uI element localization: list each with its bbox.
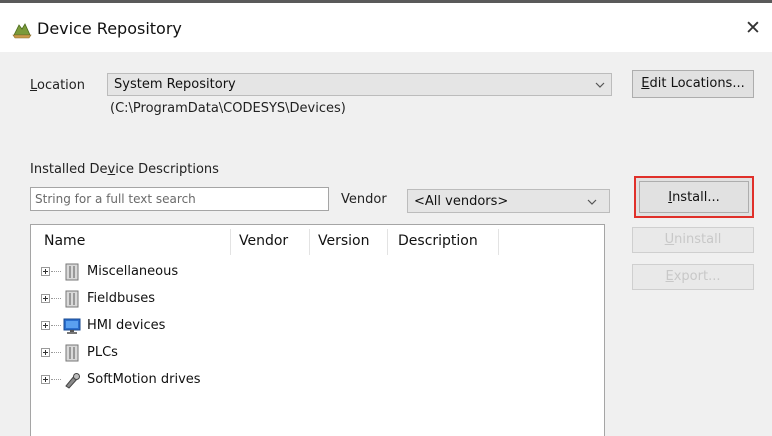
expand-icon[interactable] bbox=[41, 267, 50, 276]
install-button[interactable]: Install... bbox=[639, 181, 749, 213]
device-repository-dialog: Device Repository ✕ Location System Repo… bbox=[0, 0, 772, 436]
uninstall-rest: ninstall bbox=[674, 232, 722, 247]
tree-connector bbox=[51, 379, 61, 380]
install-rest: nstall... bbox=[672, 190, 720, 205]
tree-item-label: HMI devices bbox=[87, 318, 166, 333]
tree-item-miscellaneous[interactable]: Miscellaneous bbox=[41, 262, 301, 284]
vendor-label: Vendor bbox=[341, 192, 387, 207]
device-module-icon bbox=[65, 263, 79, 281]
tree-connector bbox=[51, 271, 61, 272]
tree-item-hmi-devices[interactable]: HMI devices bbox=[41, 316, 301, 338]
location-label-rest: ocation bbox=[37, 78, 85, 93]
vendor-dropdown[interactable]: <All vendors> bbox=[407, 189, 610, 213]
installed-heading-end: ice Descriptions bbox=[115, 162, 219, 177]
column-separator bbox=[498, 229, 499, 255]
tree-item-plcs[interactable]: PLCs bbox=[41, 343, 301, 365]
install-button-highlight: Install... bbox=[634, 176, 754, 218]
edit-locations-rest: dit Locations... bbox=[649, 76, 745, 91]
uninstall-accel: U bbox=[664, 232, 675, 247]
tree-connector bbox=[51, 325, 61, 326]
installed-descriptions-heading: Installed Device Descriptions bbox=[30, 162, 219, 177]
column-separator bbox=[309, 229, 310, 255]
column-separator bbox=[387, 229, 388, 255]
full-text-search-input[interactable] bbox=[30, 187, 329, 211]
tree-item-label: SoftMotion drives bbox=[87, 372, 201, 387]
column-header-version[interactable]: Version bbox=[318, 233, 369, 249]
tree-item-softmotion-drives[interactable]: SoftMotion drives bbox=[41, 370, 301, 392]
drive-icon bbox=[65, 373, 80, 389]
tree-item-label: Fieldbuses bbox=[87, 291, 156, 306]
chevron-down-icon bbox=[587, 199, 597, 205]
tree-item-fieldbuses[interactable]: Fieldbuses bbox=[41, 289, 301, 311]
tree-item-label: PLCs bbox=[87, 345, 118, 360]
expand-icon[interactable] bbox=[41, 375, 50, 384]
tree-item-label: Miscellaneous bbox=[87, 264, 179, 279]
location-label-accel: L bbox=[30, 78, 38, 93]
window-title: Device Repository bbox=[37, 19, 182, 38]
location-selected-value: System Repository bbox=[114, 77, 236, 92]
device-repository-app-icon bbox=[12, 23, 32, 39]
monitor-icon bbox=[63, 318, 81, 334]
expand-icon[interactable] bbox=[41, 348, 50, 357]
title-bar: Device Repository ✕ bbox=[0, 0, 772, 52]
location-label: Location bbox=[30, 78, 85, 93]
location-dropdown[interactable]: System Repository bbox=[107, 73, 612, 96]
edit-locations-button[interactable]: Edit Locations... bbox=[632, 70, 754, 98]
device-module-icon bbox=[65, 344, 79, 362]
chevron-down-icon bbox=[595, 82, 605, 88]
column-header-vendor[interactable]: Vendor bbox=[239, 233, 288, 249]
close-button[interactable]: ✕ bbox=[742, 17, 764, 39]
tree-connector bbox=[51, 298, 61, 299]
vendor-selected-value: <All vendors> bbox=[414, 194, 509, 209]
export-button[interactable]: Export... bbox=[632, 264, 754, 290]
expand-icon[interactable] bbox=[41, 294, 50, 303]
device-tree[interactable]: Name Vendor Version Description Miscella… bbox=[30, 224, 605, 436]
export-rest: xport... bbox=[673, 269, 721, 284]
column-header-description[interactable]: Description bbox=[398, 233, 478, 249]
tree-connector bbox=[51, 352, 61, 353]
export-accel: E bbox=[665, 269, 674, 284]
device-module-icon bbox=[65, 290, 79, 308]
expand-icon[interactable] bbox=[41, 321, 50, 330]
repository-path: (C:\ProgramData\CODESYS\Devices) bbox=[110, 101, 346, 116]
column-separator bbox=[230, 229, 231, 255]
installed-heading-start: Installed De bbox=[30, 162, 108, 177]
uninstall-button[interactable]: Uninstall bbox=[632, 227, 754, 253]
column-header-name[interactable]: Name bbox=[44, 233, 85, 249]
